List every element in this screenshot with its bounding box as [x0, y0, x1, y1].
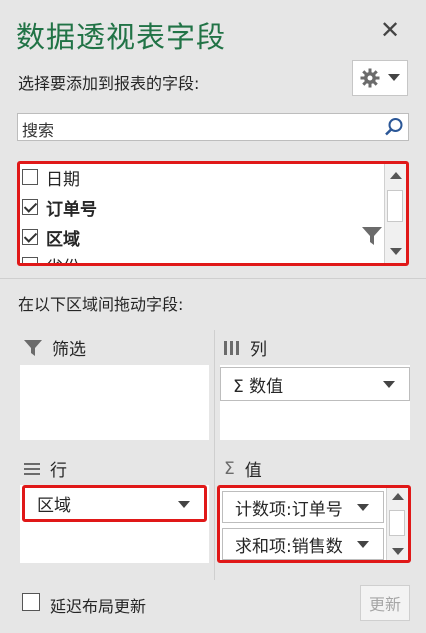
- field-item-region[interactable]: 区域: [22, 222, 80, 252]
- columns-area-header: 列: [224, 335, 267, 360]
- scroll-up-arrow-icon[interactable]: [392, 493, 404, 500]
- scroll-down-arrow-icon[interactable]: [390, 248, 402, 255]
- columns-icon: [224, 340, 239, 355]
- scroll-up-arrow-icon[interactable]: [390, 172, 402, 179]
- columns-drop-area[interactable]: Σ 数值: [220, 365, 410, 440]
- row-field-chip[interactable]: 区域: [22, 485, 207, 522]
- search-icon[interactable]: [384, 117, 404, 137]
- column-field-label: Σ 数值: [233, 376, 284, 397]
- area-separator: [214, 330, 215, 580]
- field-checkbox[interactable]: [22, 199, 38, 215]
- field-list-scrollbar[interactable]: [384, 164, 406, 263]
- update-button[interactable]: 更新: [360, 585, 410, 621]
- filter-icon[interactable]: [362, 227, 382, 245]
- chevron-down-icon: [388, 74, 400, 81]
- rows-icon: [24, 462, 40, 475]
- values-area-header: Σ 值: [224, 456, 262, 482]
- rows-drop-area[interactable]: 区域: [20, 485, 209, 563]
- chevron-down-icon[interactable]: [383, 381, 395, 388]
- filters-area-header: 筛选: [24, 335, 86, 360]
- field-checkbox[interactable]: [22, 229, 38, 245]
- value-field-chip[interactable]: 求和项:销售数: [222, 528, 384, 560]
- rows-area-header: 行: [24, 456, 67, 481]
- values-drop-area[interactable]: 计数项:订单号 求和项:销售数: [217, 485, 411, 563]
- defer-update-label: 延迟布局更新: [50, 597, 147, 616]
- values-area-label: 值: [244, 461, 262, 481]
- row-field-label: 区域: [37, 496, 71, 516]
- chevron-down-icon[interactable]: [357, 541, 369, 548]
- field-item-date[interactable]: 日期: [22, 164, 80, 192]
- scroll-down-arrow-icon[interactable]: [392, 548, 404, 555]
- field-label: 日期: [46, 169, 80, 190]
- close-icon[interactable]: ✕: [380, 18, 400, 42]
- field-label: 省份: [46, 253, 80, 264]
- field-item-province[interactable]: 省份: [22, 250, 80, 264]
- filter-icon: [24, 339, 42, 356]
- chevron-down-icon[interactable]: [357, 504, 369, 511]
- rows-area-label: 行: [50, 461, 67, 481]
- settings-dropdown-button[interactable]: [352, 60, 408, 96]
- filters-drop-area[interactable]: [20, 365, 209, 440]
- scrollbar-thumb[interactable]: [387, 190, 403, 222]
- chevron-down-icon[interactable]: [178, 501, 190, 508]
- columns-area-label: 列: [250, 340, 267, 360]
- field-item-order-number[interactable]: 订单号: [22, 192, 97, 222]
- defer-update-checkbox[interactable]: [22, 593, 40, 611]
- field-checkbox[interactable]: [22, 257, 38, 263]
- field-list-instruction: 选择要添加到报表的字段:: [18, 74, 200, 93]
- field-checkbox[interactable]: [22, 169, 38, 185]
- value-field-label: 求和项:销售数: [235, 536, 343, 557]
- field-list: 日期 订单号 区域 省份: [17, 161, 409, 266]
- column-field-chip[interactable]: Σ 数值: [220, 367, 410, 401]
- search-input[interactable]: 搜索: [22, 117, 54, 141]
- value-field-chip[interactable]: 计数项:订单号: [222, 491, 384, 523]
- filters-area-label: 筛选: [52, 340, 86, 360]
- section-divider: [0, 278, 426, 279]
- gear-icon: [360, 68, 380, 88]
- search-field[interactable]: 搜索: [17, 113, 409, 141]
- value-field-label: 计数项:订单号: [235, 499, 343, 520]
- field-label: 订单号: [46, 199, 97, 220]
- field-label: 区域: [46, 229, 80, 250]
- scrollbar-thumb[interactable]: [389, 510, 405, 536]
- areas-instruction: 在以下区域间拖动字段:: [18, 295, 184, 314]
- panel-title: 数据透视表字段: [16, 20, 227, 54]
- values-scrollbar[interactable]: [386, 488, 408, 560]
- sigma-icon: Σ: [224, 458, 235, 479]
